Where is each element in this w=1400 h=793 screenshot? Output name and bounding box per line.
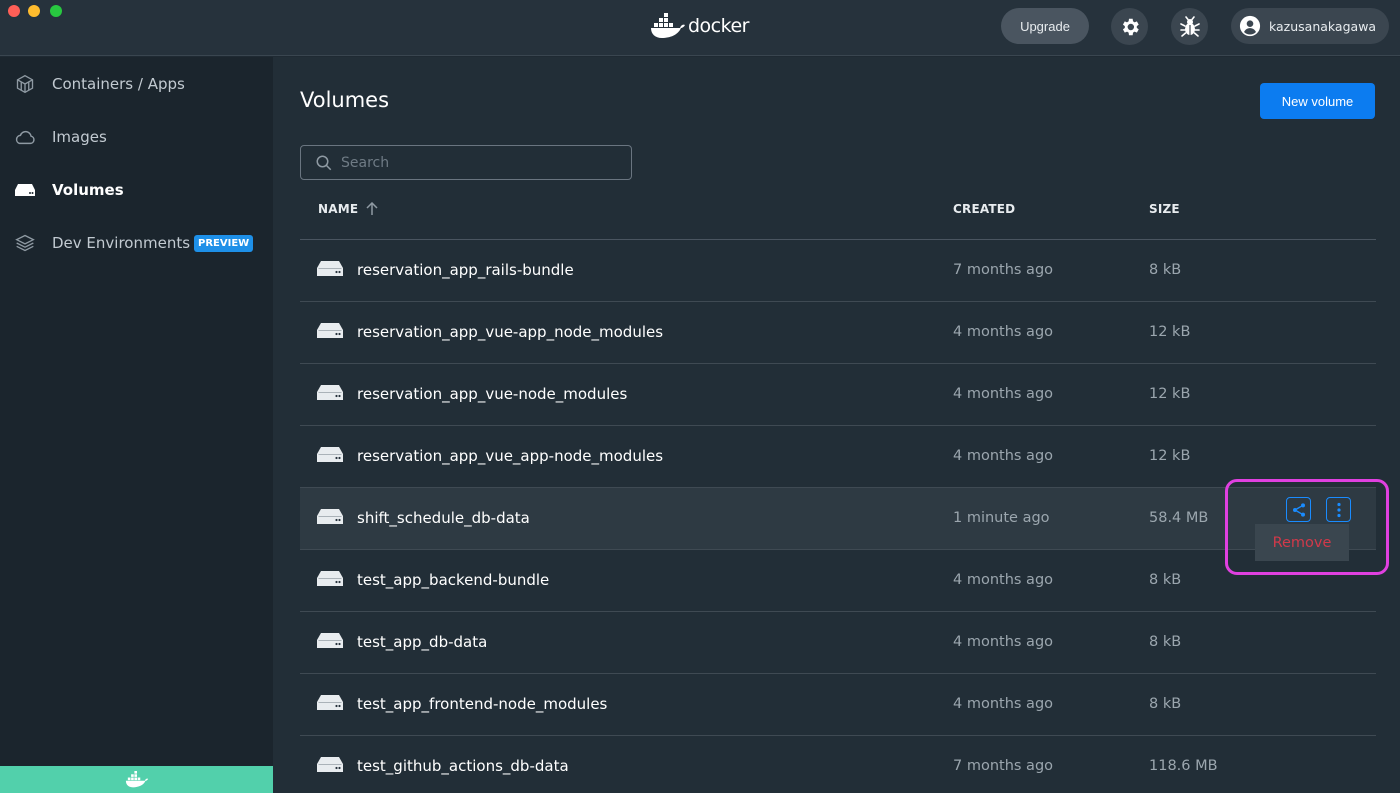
docker-logo-text: docker xyxy=(688,15,749,37)
volume-created: 7 months ago xyxy=(953,262,1054,278)
volume-created: 4 months ago xyxy=(953,696,1054,712)
layers-icon xyxy=(14,232,36,254)
table-row[interactable]: shift_schedule_db-data 1 minute ago 58.4 M… xyxy=(300,488,1376,550)
sidebar-item-dev-environments[interactable]: Dev Environments PREVIEW xyxy=(0,223,273,263)
volume-size: 118.6 MB xyxy=(1149,758,1218,774)
volume-name: reservation_app_vue-app_node_modules xyxy=(357,323,664,341)
volume-size: 12 kB xyxy=(1149,386,1191,402)
volume-icon xyxy=(317,508,343,529)
table-row[interactable]: reservation_app_vue_app-node_modules 4 mo… xyxy=(300,426,1376,488)
sidebar-item-images[interactable]: Images xyxy=(0,117,273,157)
volume-icon xyxy=(317,384,343,405)
sidebar-item-label: Volumes xyxy=(52,181,124,199)
docker-whale-icon xyxy=(125,771,148,788)
volume-size: 8 kB xyxy=(1149,572,1182,588)
volume-icon xyxy=(317,322,343,343)
sidebar-item-label: Images xyxy=(52,128,107,146)
table-row[interactable]: reservation_app_vue-node_modules 4 months… xyxy=(300,364,1376,426)
username-label: kazusanakagawa xyxy=(1269,18,1377,34)
troubleshoot-button[interactable] xyxy=(1171,8,1208,45)
volume-created: 7 months ago xyxy=(953,758,1054,774)
volume-size: 8 kB xyxy=(1149,696,1182,712)
column-header-size[interactable]: SIZE xyxy=(1149,202,1180,216)
upgrade-button[interactable]: Upgrade xyxy=(1001,8,1089,44)
volume-size: 8 kB xyxy=(1149,262,1182,278)
bug-icon xyxy=(1179,15,1200,37)
volume-icon xyxy=(317,632,343,653)
column-header-created[interactable]: CREATED xyxy=(953,202,1015,216)
volume-name: reservation_app_vue-node_modules xyxy=(357,385,628,403)
volume-size: 12 kB xyxy=(1149,448,1191,464)
main-content: Volumes New volume NAME CREATED SIZE res… xyxy=(273,57,1400,793)
preview-badge: PREVIEW xyxy=(194,234,254,252)
volume-icon xyxy=(317,756,343,777)
docker-whale-icon xyxy=(651,13,685,38)
table-row[interactable]: test_app_backend-bundle 4 months ago 8 kB xyxy=(300,550,1376,612)
volume-icon xyxy=(317,694,343,715)
table-row[interactable]: reservation_app_rails-bundle 7 months ago… xyxy=(300,240,1376,302)
search-input[interactable] xyxy=(341,154,621,171)
sort-ascending-icon xyxy=(366,202,378,215)
page-title: Volumes xyxy=(300,88,390,112)
volume-created: 4 months ago xyxy=(953,634,1054,650)
table-row[interactable]: test_github_actions_db-data 7 months ago 1… xyxy=(300,736,1376,793)
sidebar-item-label: Containers / Apps xyxy=(52,75,185,93)
user-avatar-icon xyxy=(1239,15,1261,37)
docker-logo: docker xyxy=(650,12,749,40)
top-bar: docker Upgrade kazusanakagawa xyxy=(0,0,1400,56)
highlight-annotation xyxy=(1225,479,1389,575)
volume-created: 1 minute ago xyxy=(953,510,1050,526)
volume-size: 12 kB xyxy=(1149,324,1191,340)
volume-name: shift_schedule_db-data xyxy=(357,509,530,527)
drive-icon xyxy=(14,179,36,201)
column-header-label: NAME xyxy=(318,202,359,216)
cube-icon xyxy=(14,73,36,95)
table-row[interactable]: test_app_db-data 4 months ago 8 kB xyxy=(300,612,1376,674)
account-button[interactable]: kazusanakagawa xyxy=(1231,8,1389,44)
volume-name: reservation_app_rails-bundle xyxy=(357,261,574,279)
cloud-icon xyxy=(14,126,36,148)
search-box[interactable] xyxy=(300,145,632,180)
volume-icon xyxy=(317,570,343,591)
volume-name: reservation_app_vue_app-node_modules xyxy=(357,447,664,465)
search-icon xyxy=(316,155,332,170)
volume-created: 4 months ago xyxy=(953,324,1054,340)
window-minimize-button[interactable] xyxy=(28,5,40,17)
volume-name: test_app_backend-bundle xyxy=(357,571,550,589)
table-row[interactable]: reservation_app_vue-app_node_modules 4 mo… xyxy=(300,302,1376,364)
volume-icon xyxy=(317,446,343,467)
volume-created: 4 months ago xyxy=(953,448,1054,464)
volume-created: 4 months ago xyxy=(953,572,1054,588)
volume-name: test_app_db-data xyxy=(357,633,488,651)
new-volume-button[interactable]: New volume xyxy=(1260,83,1375,119)
window-zoom-button[interactable] xyxy=(50,5,62,17)
volume-name: test_github_actions_db-data xyxy=(357,757,569,775)
sidebar-item-containers[interactable]: Containers / Apps xyxy=(0,64,273,104)
settings-button[interactable] xyxy=(1111,8,1148,45)
column-header-name[interactable]: NAME xyxy=(318,202,378,216)
engine-status-bar[interactable] xyxy=(0,766,273,793)
table-row[interactable]: test_app_frontend-node_modules 4 months a… xyxy=(300,674,1376,736)
gear-icon xyxy=(1122,18,1139,35)
volume-size: 58.4 MB xyxy=(1149,510,1209,526)
volume-icon xyxy=(317,260,343,281)
sidebar-item-volumes[interactable]: Volumes xyxy=(0,170,273,210)
window-close-button[interactable] xyxy=(8,5,20,17)
sidebar: Containers / Apps Images Volumes Dev Env… xyxy=(0,57,273,793)
volume-size: 8 kB xyxy=(1149,634,1182,650)
sidebar-item-label: Dev Environments xyxy=(52,234,191,252)
volume-created: 4 months ago xyxy=(953,386,1054,402)
volume-name: test_app_frontend-node_modules xyxy=(357,695,608,713)
